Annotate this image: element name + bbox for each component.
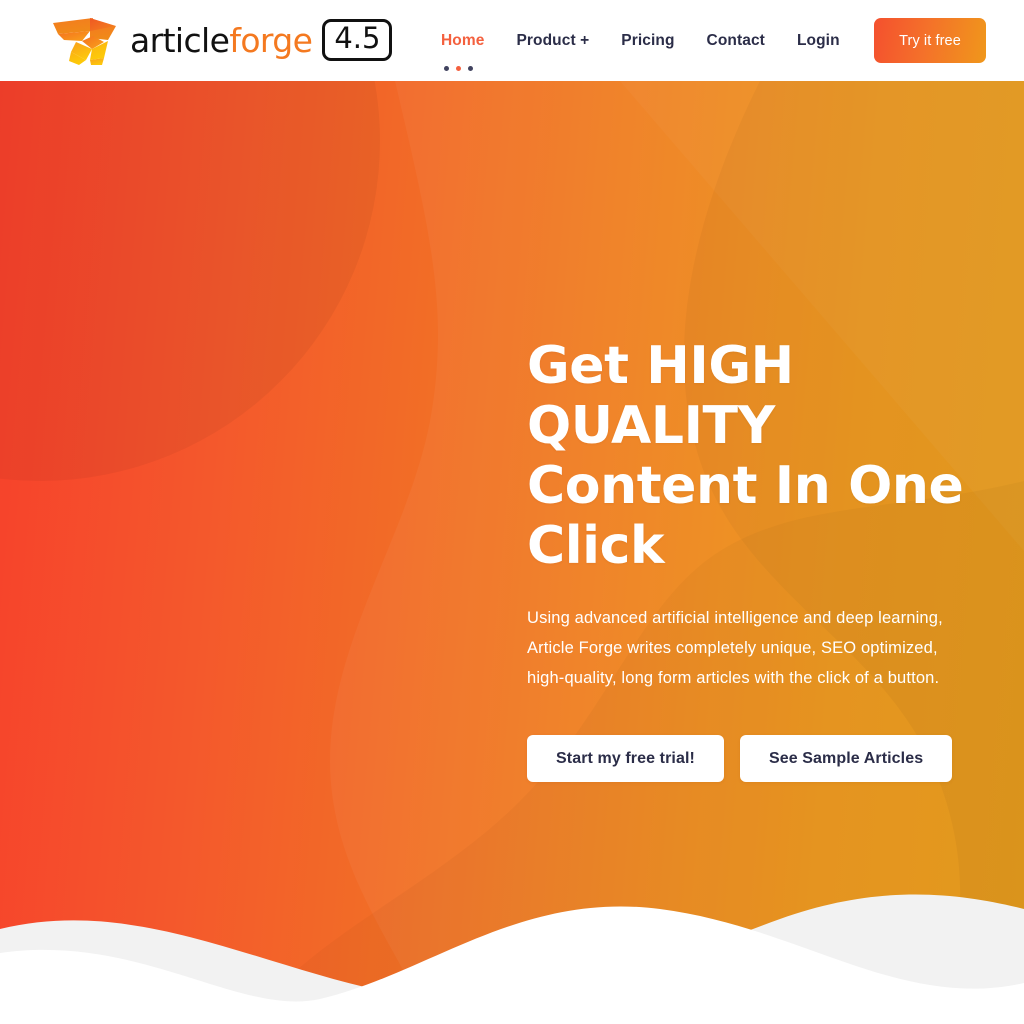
logo-text-forge: forge bbox=[229, 20, 313, 60]
logo-text-article: article bbox=[130, 20, 230, 60]
main-navigation: Home Product + Pricing Contact Login bbox=[425, 0, 856, 81]
nav-item-product[interactable]: Product + bbox=[500, 32, 605, 50]
hero-cta-group: Start my free trial! See Sample Articles bbox=[527, 735, 997, 783]
logo-wordmark: articleforge bbox=[130, 20, 313, 60]
start-free-trial-button[interactable]: Start my free trial! bbox=[527, 735, 724, 783]
active-nav-indicator-dots bbox=[444, 66, 473, 71]
site-header: articleforge 4.5 Home Product + Pricing … bbox=[0, 0, 1024, 81]
hero-content: Get HIGH QUALITY Content In One Click Us… bbox=[527, 336, 997, 783]
try-it-free-button[interactable]: Try it free bbox=[874, 18, 986, 63]
nav-item-contact[interactable]: Contact bbox=[691, 32, 781, 50]
hero-subtitle: Using advanced artificial intelligence a… bbox=[527, 609, 943, 688]
nav-item-login[interactable]: Login bbox=[781, 32, 856, 50]
dot-left-icon bbox=[444, 66, 449, 71]
see-sample-articles-button[interactable]: See Sample Articles bbox=[739, 735, 953, 783]
nav-item-home[interactable]: Home bbox=[425, 32, 500, 50]
nav-item-pricing[interactable]: Pricing bbox=[605, 32, 690, 50]
version-badge: 4.5 bbox=[322, 19, 393, 61]
hero-title-line-1: Get HIGH QUALITY bbox=[527, 336, 794, 457]
logo[interactable]: articleforge 4.5 bbox=[46, 14, 393, 66]
hero-section: Get HIGH QUALITY Content In One Click Us… bbox=[0, 81, 1024, 1024]
dot-middle-icon bbox=[456, 66, 461, 71]
dot-right-icon bbox=[468, 66, 473, 71]
hero-title: Get HIGH QUALITY Content In One Click bbox=[527, 336, 997, 576]
articleforge-bird-logo-icon bbox=[53, 18, 116, 65]
hero-title-line-2: Content In One Click bbox=[527, 456, 964, 577]
